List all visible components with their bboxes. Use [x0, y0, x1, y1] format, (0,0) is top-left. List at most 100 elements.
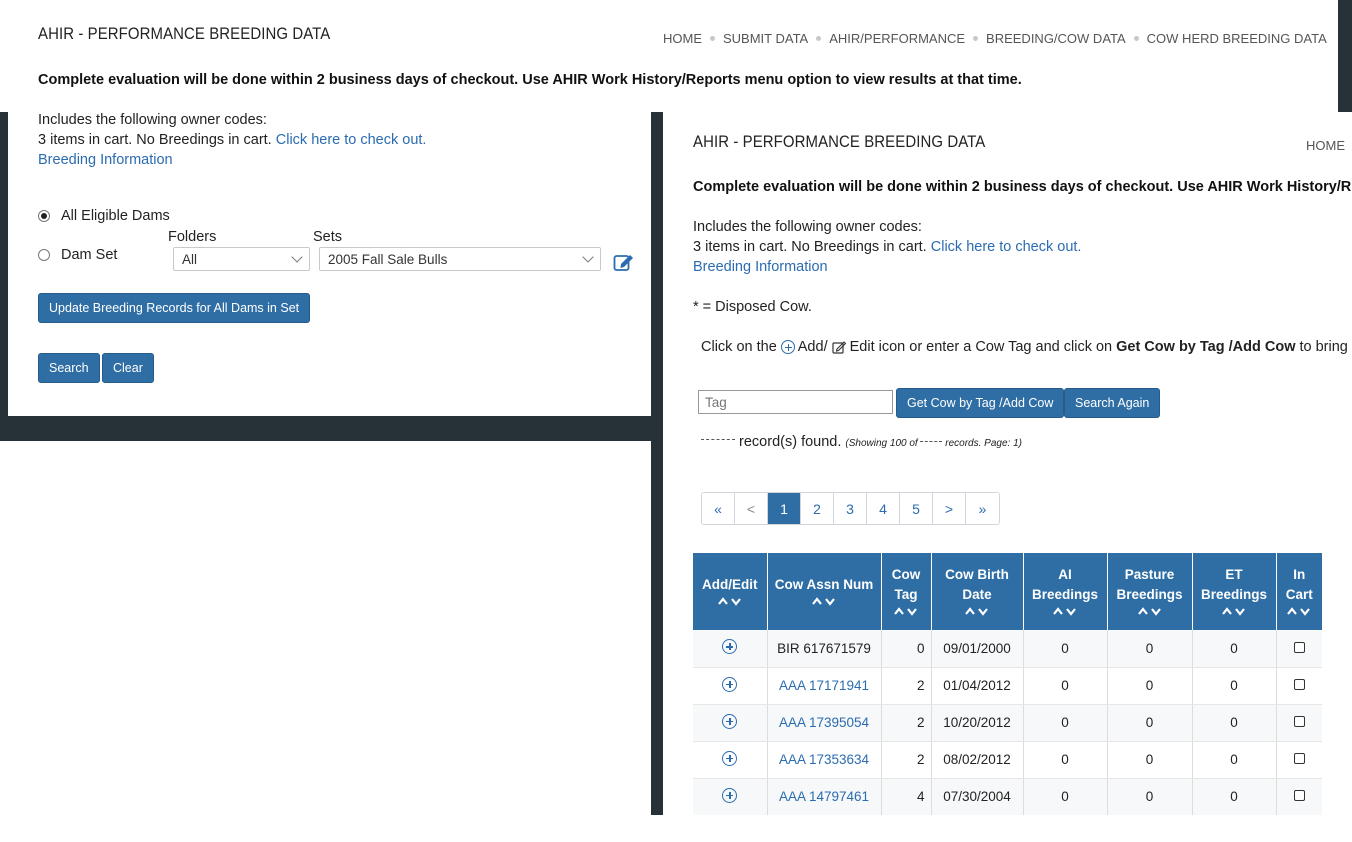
cow-breeding-table: Add/Edit Cow Assn Num Cow Tag Cow Birth …	[693, 553, 1322, 815]
cow-tag-cell: 2	[881, 704, 932, 742]
pager-page-4[interactable]: 4	[867, 493, 900, 524]
cow-tag-cell: 2	[881, 741, 932, 779]
table-row: BIR 617671579 0 09/01/2000 0 0 0	[693, 630, 1322, 668]
pasture-breedings-cell: 0	[1107, 778, 1193, 815]
cow-tag-cell: 2	[881, 667, 932, 705]
records-count-obscured	[701, 439, 735, 445]
cow-assn-num-cell[interactable]: AAA 17353634	[767, 741, 882, 779]
pager-page-2[interactable]: 2	[801, 493, 834, 524]
cow-assn-num-cell[interactable]: AAA 17395054	[767, 704, 882, 742]
search-button[interactable]: Search	[38, 353, 100, 383]
breadcrumb-ahir-performance[interactable]: AHIR/PERFORMANCE	[829, 31, 965, 46]
cow-tag-input[interactable]	[698, 390, 893, 414]
foreground-window: AHIR - PERFORMANCE BREEDING DATA HOME Co…	[663, 112, 1352, 815]
in-cart-checkbox[interactable]	[1293, 716, 1305, 727]
chevron-down-icon	[582, 251, 594, 263]
sort-icon[interactable]	[774, 595, 875, 609]
ai-breedings-cell: 0	[1023, 741, 1108, 779]
in-cart-checkbox[interactable]	[1293, 641, 1305, 653]
cow-assn-num[interactable]: AAA 17171941	[779, 678, 869, 693]
sets-select[interactable]: 2005 Fall Sale Bulls	[319, 247, 601, 271]
breadcrumb-breeding-cow-data[interactable]: BREEDING/COW DATA	[986, 31, 1126, 46]
sort-icon[interactable]	[1114, 605, 1186, 619]
in-cart-checkbox[interactable]	[1293, 790, 1305, 801]
background-window-header: AHIR - PERFORMANCE BREEDING DATA HOME SU…	[0, 0, 1338, 112]
cart-status-line: 3 items in cart. No Breedings in cart. C…	[693, 239, 1081, 255]
ai-breedings-cell: 0	[1023, 667, 1108, 705]
cow-assn-num-cell[interactable]: AAA 17171941	[767, 667, 882, 705]
add-circle-icon[interactable]	[722, 750, 738, 766]
breadcrumb-separator	[816, 36, 822, 41]
add-edit-cell	[693, 778, 768, 815]
sort-icon[interactable]	[1199, 605, 1270, 619]
cow-birth-date-cell: 09/01/2000	[931, 630, 1024, 668]
pager-page-5[interactable]: 5	[900, 493, 933, 524]
pager-page-3[interactable]: 3	[834, 493, 867, 524]
column-header-pasture-breedings: Pasture Breedings	[1107, 553, 1193, 630]
ai-breedings-cell: 0	[1023, 704, 1108, 742]
clear-button[interactable]: Clear	[102, 353, 154, 383]
breadcrumb-home[interactable]: HOME	[663, 31, 702, 46]
add-circle-icon[interactable]	[722, 676, 738, 692]
page-title: AHIR - PERFORMANCE BREEDING DATA	[38, 24, 331, 43]
et-breedings-cell: 0	[1192, 778, 1277, 815]
radio-button[interactable]	[38, 210, 50, 222]
cow-assn-num: BIR 617671579	[777, 640, 871, 656]
add-circle-icon[interactable]	[722, 713, 738, 729]
pager-first[interactable]: «	[702, 493, 735, 524]
sort-icon[interactable]	[938, 605, 1017, 619]
pager-previous[interactable]: <	[735, 493, 768, 524]
sort-icon[interactable]	[699, 595, 761, 609]
sort-icon[interactable]	[888, 605, 925, 619]
window-frame	[651, 112, 663, 815]
cow-assn-num[interactable]: AAA 14797461	[779, 789, 869, 804]
sort-icon[interactable]	[1283, 605, 1317, 619]
edit-set-icon[interactable]	[613, 252, 635, 277]
table-row: AAA 17353634 2 08/02/2012 0 0 0	[693, 741, 1322, 779]
radio-dam-set[interactable]: Dam Set	[38, 247, 117, 263]
cow-tag-cell: 4	[881, 778, 932, 815]
checkout-link[interactable]: Click here to check out.	[931, 239, 1082, 255]
breadcrumb-submit-data[interactable]: SUBMIT DATA	[723, 31, 808, 46]
cart-status: 3 items in cart. No Breedings in cart.	[693, 239, 927, 255]
add-circle-icon[interactable]	[722, 787, 738, 803]
table-row: AAA 17171941 2 01/04/2012 0 0 0	[693, 667, 1322, 705]
cow-birth-date-cell: 08/02/2012	[931, 741, 1024, 779]
window-frame	[0, 112, 8, 416]
pagination: « < 1 2 3 4 5 > »	[701, 492, 1000, 525]
get-cow-by-tag-button[interactable]: Get Cow by Tag /Add Cow	[896, 388, 1065, 418]
owner-codes-label: Includes the following owner codes:	[38, 112, 267, 128]
breadcrumb-separator	[973, 36, 979, 41]
records-found-line: record(s) found. (Showing 100 of records…	[701, 434, 1022, 450]
pager-page-1[interactable]: 1	[768, 493, 801, 524]
in-cart-cell	[1276, 704, 1322, 742]
update-breeding-records-button[interactable]: Update Breeding Records for All Dams in …	[38, 293, 311, 323]
breadcrumb: HOME SUBMIT DATA AHIR/PERFORMANCE BREEDI…	[663, 31, 1327, 46]
cow-assn-num[interactable]: AAA 17353634	[779, 752, 869, 767]
radio-button[interactable]	[38, 249, 50, 261]
search-again-button[interactable]: Search Again	[1064, 388, 1161, 418]
radio-label: All Eligible Dams	[61, 208, 170, 224]
breeding-information-link[interactable]: Breeding Information	[38, 152, 173, 168]
breadcrumb-separator	[710, 36, 715, 41]
radio-all-eligible-dams[interactable]: All Eligible Dams	[38, 208, 170, 224]
checkout-link[interactable]: Click here to check out.	[276, 132, 427, 148]
folders-select[interactable]: All	[173, 247, 310, 271]
cow-assn-num[interactable]: AAA 17395054	[779, 715, 869, 730]
breadcrumb-home[interactable]: HOME	[1306, 138, 1345, 153]
add-circle-icon[interactable]	[722, 639, 738, 655]
cart-status-line: 3 items in cart. No Breedings in cart. C…	[38, 132, 426, 148]
pager-last[interactable]: »	[966, 493, 999, 524]
column-header-add-edit: Add/Edit	[693, 553, 768, 630]
in-cart-checkbox[interactable]	[1293, 753, 1305, 764]
cow-assn-num-cell[interactable]: AAA 14797461	[767, 778, 882, 815]
page-title: AHIR - PERFORMANCE BREEDING DATA	[693, 132, 986, 151]
et-breedings-cell: 0	[1192, 741, 1277, 779]
table-body: BIR 617671579 0 09/01/2000 0 0 0 AAA 17171941 2…	[693, 630, 1322, 815]
folders-selected-value: All	[182, 252, 198, 267]
breeding-information-link[interactable]: Breeding Information	[693, 259, 828, 275]
pager-next[interactable]: >	[933, 493, 966, 524]
in-cart-checkbox[interactable]	[1293, 679, 1305, 690]
sort-icon[interactable]	[1030, 605, 1101, 619]
add-circle-icon	[780, 340, 795, 354]
